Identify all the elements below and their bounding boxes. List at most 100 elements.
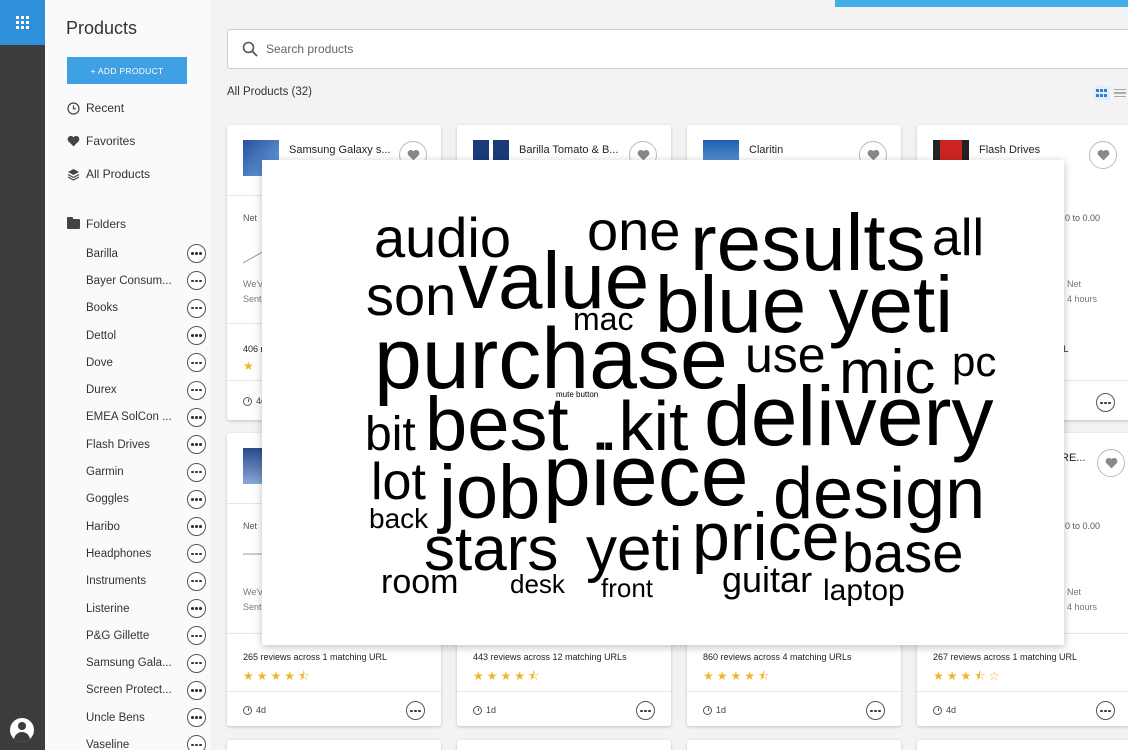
folder-item[interactable]: Goggles	[86, 486, 206, 513]
card-summary-line: 4 hours	[1067, 602, 1098, 612]
clock-icon	[933, 705, 942, 715]
card-summary-line: Sent	[243, 294, 262, 304]
folder-item[interactable]: Dove	[86, 349, 206, 376]
more-options-icon[interactable]	[187, 653, 206, 673]
product-card[interactable]	[457, 740, 671, 750]
more-options-icon[interactable]	[187, 680, 206, 700]
clock-icon	[243, 396, 252, 406]
user-avatar-icon[interactable]	[10, 718, 34, 742]
word-cloud-term[interactable]: all	[932, 209, 984, 267]
clock-icon	[473, 705, 482, 715]
folders-header: Folders	[67, 217, 126, 231]
word-cloud-term[interactable]: desk	[510, 569, 566, 599]
folder-item[interactable]: Screen Protect...	[86, 677, 206, 704]
view-toggle	[1094, 86, 1126, 100]
add-product-button[interactable]: + ADD PRODUCT	[67, 57, 187, 84]
card-age: 1d	[703, 705, 726, 715]
more-options-icon[interactable]	[187, 271, 206, 291]
product-card[interactable]	[687, 740, 901, 750]
more-options-icon[interactable]	[866, 701, 885, 721]
more-options-icon[interactable]	[187, 517, 206, 537]
product-title: Flash Drives	[979, 144, 1041, 156]
apps-menu-button[interactable]	[0, 0, 45, 45]
more-options-icon[interactable]	[187, 435, 206, 455]
card-summary-line: Sent	[243, 602, 262, 612]
nav-favorites-label: Favorites	[86, 134, 136, 148]
card-summary-line: Net	[1067, 279, 1082, 289]
more-options-icon[interactable]	[187, 489, 206, 509]
sidebar: Products + ADD PRODUCT Recent Favorites …	[45, 0, 211, 750]
word-cloud-term[interactable]: guitar	[722, 559, 812, 600]
apps-grid-icon	[16, 16, 29, 29]
rating-stars: ★★★★⯪	[703, 669, 773, 683]
card-age: 4d	[933, 705, 956, 715]
reviews-summary: 267 reviews across 1 matching URL	[933, 652, 1078, 662]
more-options-icon[interactable]	[187, 244, 206, 264]
search-bar[interactable]	[227, 29, 1128, 69]
top-accent-strip	[835, 0, 1128, 7]
folder-item[interactable]: Haribo	[86, 513, 206, 540]
rating-stars: ★★★★⯪	[473, 669, 543, 683]
folder-icon	[67, 217, 80, 229]
folder-item[interactable]: Garmin	[86, 458, 206, 485]
more-options-icon[interactable]	[1096, 701, 1115, 721]
search-input[interactable]	[266, 42, 866, 56]
more-options-icon[interactable]	[187, 462, 206, 482]
grid-view-icon[interactable]	[1094, 86, 1110, 100]
folder-item[interactable]: Samsung Gala...	[86, 649, 206, 676]
more-options-icon[interactable]	[406, 701, 425, 721]
reviews-summary: 860 reviews across 4 matching URLs	[703, 652, 852, 662]
word-cloud-term[interactable]: front	[601, 573, 654, 603]
net-sentiment-label: Net	[243, 213, 258, 223]
card-summary-line: 4 hours	[1067, 294, 1098, 304]
nav-favorites[interactable]: Favorites	[67, 134, 135, 148]
more-options-icon[interactable]	[187, 708, 206, 728]
more-options-icon[interactable]	[1096, 393, 1115, 413]
card-summary-line: Net	[1067, 587, 1082, 597]
layers-icon	[67, 168, 80, 181]
more-options-icon[interactable]	[187, 571, 206, 591]
word-cloud-term[interactable]: room	[381, 563, 458, 601]
app-rail	[0, 0, 45, 750]
folder-item[interactable]: Barilla	[86, 240, 206, 267]
product-card[interactable]	[227, 740, 441, 750]
list-view-icon[interactable]	[1114, 86, 1126, 100]
more-options-icon[interactable]	[187, 599, 206, 618]
more-options-icon[interactable]	[187, 298, 206, 318]
card-age: 4d	[243, 705, 266, 715]
folder-item[interactable]: EMEA SolCon ...	[86, 404, 206, 431]
word-cloud-term[interactable]: back	[369, 503, 429, 534]
word-cloud: audio one results all son value blue yet…	[365, 198, 996, 607]
folder-item[interactable]: Dettol	[86, 322, 206, 349]
product-card[interactable]	[917, 740, 1128, 750]
more-options-icon[interactable]	[187, 326, 206, 346]
product-title: Samsung Galaxy s...	[289, 144, 391, 156]
folder-item[interactable]: Headphones	[86, 540, 206, 567]
folder-item[interactable]: Instruments	[86, 568, 206, 595]
more-options-icon[interactable]	[187, 353, 206, 373]
reviews-summary: 265 reviews across 1 matching URL	[243, 652, 388, 662]
nav-all-products[interactable]: All Products	[67, 167, 150, 181]
folder-item[interactable]: Durex	[86, 376, 206, 403]
card-age: 1d	[473, 705, 496, 715]
word-cloud-term[interactable]: laptop	[823, 574, 905, 607]
folder-item[interactable]: Books	[86, 295, 206, 322]
folder-item[interactable]: P&G Gillette	[86, 622, 206, 649]
folder-item[interactable]: Uncle Bens	[86, 704, 206, 731]
more-options-icon[interactable]	[187, 407, 206, 427]
more-options-icon[interactable]	[187, 380, 206, 400]
favorite-heart-icon[interactable]	[1097, 449, 1125, 477]
folder-item[interactable]: Listerine	[86, 595, 206, 622]
folder-item[interactable]: Vaseline	[86, 731, 206, 750]
more-options-icon[interactable]	[187, 626, 206, 646]
favorite-heart-icon[interactable]	[1089, 141, 1117, 169]
more-options-icon[interactable]	[187, 735, 206, 750]
folder-item[interactable]: Flash Drives	[86, 431, 206, 458]
nav-recent[interactable]: Recent	[67, 101, 124, 115]
more-options-icon[interactable]	[187, 544, 206, 564]
net-sentiment-range: 0 to 0.00	[1065, 521, 1101, 531]
folder-item[interactable]: Bayer Consum...	[86, 267, 206, 294]
reviews-summary: 443 reviews across 12 matching URLs	[473, 652, 627, 662]
nav-recent-label: Recent	[86, 101, 125, 115]
more-options-icon[interactable]	[636, 701, 655, 721]
